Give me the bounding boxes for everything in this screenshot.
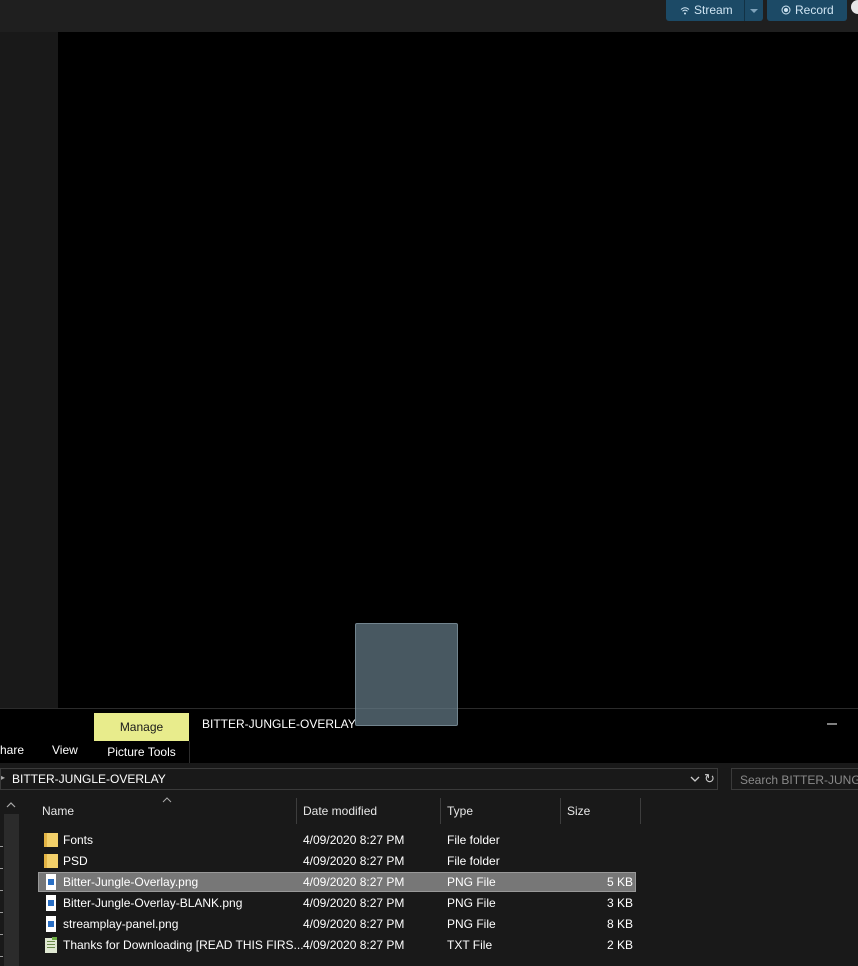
file-name: Bitter-Jungle-Overlay-BLANK.png <box>63 896 243 910</box>
file-row-bitter-jungle-overlay[interactable]: Bitter-Jungle-Overlay.png 4/09/2020 8:27… <box>38 872 636 892</box>
tab-picture-tools[interactable]: Picture Tools <box>94 741 190 763</box>
file-type: File folder <box>447 854 500 868</box>
file-type: PNG File <box>447 896 496 910</box>
search-placeholder: Search BITTER-JUNGLE <box>740 773 858 787</box>
file-explorer-window: Manage Picture Tools BITTER-JUNGLE-OVERL… <box>0 708 858 966</box>
file-size: 5 KB <box>606 875 633 889</box>
file-row-streamplay-panel[interactable]: streamplay-panel.png 4/09/2020 8:27 PM P… <box>38 914 636 934</box>
column-divider[interactable] <box>296 798 297 824</box>
file-name: Bitter-Jungle-Overlay.png <box>63 875 199 889</box>
tab-manage[interactable]: Manage <box>94 713 189 741</box>
file-size: 3 KB <box>606 896 633 910</box>
column-divider[interactable] <box>640 798 641 824</box>
nav-tree-marker <box>0 868 3 869</box>
file-row-thanks-for-downloading[interactable]: Thanks for Downloading [READ THIS FIRS..… <box>38 935 636 955</box>
column-header-date[interactable]: Date modified <box>303 804 377 818</box>
file-name: streamplay-panel.png <box>63 917 179 931</box>
file-size: 2 KB <box>606 938 633 952</box>
png-file-icon <box>46 916 56 932</box>
record-label: Record <box>795 3 834 17</box>
chevron-down-icon <box>750 9 758 13</box>
file-date: 4/09/2020 8:27 PM <box>303 854 405 868</box>
chevron-right-icon: ▸ <box>1 773 6 782</box>
file-date: 4/09/2020 8:27 PM <box>303 938 405 952</box>
obs-toolbar: Stream Record <box>0 0 858 32</box>
column-divider[interactable] <box>440 798 441 824</box>
nav-tree-marker <box>0 934 3 935</box>
preview-canvas[interactable] <box>58 32 858 708</box>
column-divider[interactable] <box>560 798 561 824</box>
refresh-icon[interactable]: ↻ <box>704 771 715 787</box>
column-header-type[interactable]: Type <box>447 804 473 818</box>
file-date: 4/09/2020 8:27 PM <box>303 875 405 889</box>
tab-share[interactable]: hare <box>0 743 24 757</box>
file-type: PNG File <box>447 917 496 931</box>
folder-icon <box>44 854 58 868</box>
minimize-icon <box>827 723 837 725</box>
chevron-down-icon[interactable] <box>689 772 701 786</box>
file-name: PSD <box>63 854 88 868</box>
column-header-row: Name Date modified Type Size <box>30 796 858 826</box>
file-type: PNG File <box>447 875 496 889</box>
window-title: BITTER-JUNGLE-OVERLAY <box>202 717 356 731</box>
column-header-size[interactable]: Size <box>567 804 590 818</box>
file-date: 4/09/2020 8:27 PM <box>303 896 405 910</box>
address-bar[interactable]: ▸ BITTER-JUNGLE-OVERLAY ↻ <box>0 768 718 790</box>
minimize-button[interactable] <box>822 716 842 732</box>
stream-label: Stream <box>694 3 733 17</box>
file-row-bitter-jungle-overlay-blank[interactable]: Bitter-Jungle-Overlay-BLANK.png 4/09/202… <box>38 893 636 913</box>
obs-side-panel <box>0 32 58 708</box>
scroll-up-icon[interactable] <box>5 800 17 810</box>
drag-thumbnail <box>355 623 458 726</box>
tab-view[interactable]: View <box>52 743 78 757</box>
address-path: BITTER-JUNGLE-OVERLAY <box>12 772 166 786</box>
navigation-pane <box>0 796 30 966</box>
wifi-icon <box>680 7 690 15</box>
file-name: Fonts <box>63 833 94 847</box>
sort-ascending-icon <box>162 797 172 803</box>
file-date: 4/09/2020 8:27 PM <box>303 917 405 931</box>
nav-tree-marker <box>0 956 3 957</box>
txt-file-icon <box>45 937 57 953</box>
record-icon <box>781 5 791 15</box>
file-row-psd[interactable]: PSD 4/09/2020 8:27 PM File folder <box>38 851 636 871</box>
stream-dropdown-button[interactable] <box>744 0 763 21</box>
file-size: 8 KB <box>606 917 633 931</box>
record-button[interactable]: Record <box>767 0 847 21</box>
search-input[interactable]: Search BITTER-JUNGLE <box>731 768 858 790</box>
file-type: File folder <box>447 833 500 847</box>
nav-tree-marker <box>0 912 3 913</box>
navigation-scrollbar[interactable] <box>4 814 19 966</box>
settings-edge-icon[interactable] <box>851 0 858 14</box>
png-file-icon <box>46 874 56 890</box>
nav-tree-marker <box>0 846 3 847</box>
column-header-name[interactable]: Name <box>42 804 74 818</box>
folder-icon <box>44 833 58 847</box>
file-type: TXT File <box>447 938 493 952</box>
file-name: Thanks for Downloading [READ THIS FIRS..… <box>63 938 304 952</box>
png-file-icon <box>46 895 56 911</box>
file-date: 4/09/2020 8:27 PM <box>303 833 405 847</box>
file-row-fonts[interactable]: Fonts 4/09/2020 8:27 PM File folder <box>38 830 636 850</box>
nav-tree-marker <box>0 890 3 891</box>
